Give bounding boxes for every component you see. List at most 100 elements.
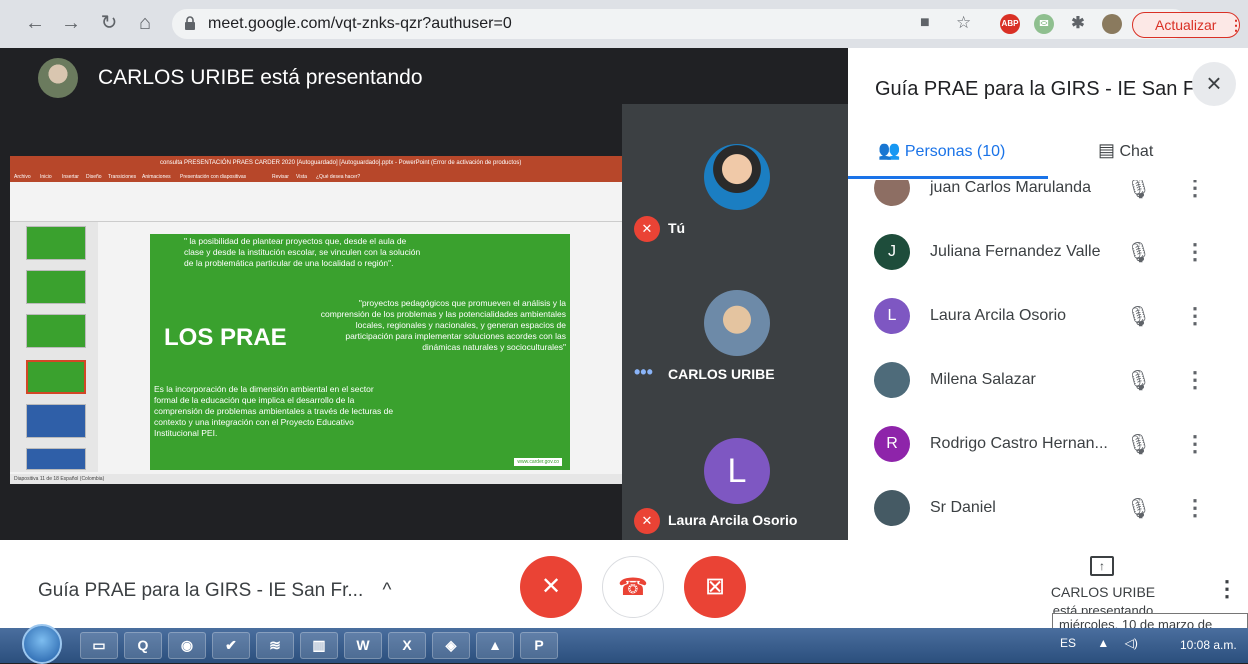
presenting-label: CARLOS URIBE: [1050, 584, 1156, 600]
extension-mail-icon[interactable]: ✉: [1034, 14, 1054, 34]
presenter-avatar: [38, 58, 78, 98]
powerpoint-icon[interactable]: P: [520, 632, 558, 659]
more-options-icon[interactable]: ⋮: [1184, 302, 1206, 330]
present-screen-icon[interactable]: ↑: [1090, 556, 1114, 576]
search-icon[interactable]: Q: [124, 632, 162, 659]
home-icon[interactable]: ⌂: [134, 12, 156, 34]
excel-icon[interactable]: X: [388, 632, 426, 659]
close-icon[interactable]: ×: [1192, 62, 1236, 106]
ppt-ribbon: [10, 182, 622, 222]
carlos-tile-label: CARLOS URIBE: [668, 366, 775, 382]
presenter-title: CARLOS URIBE está presentando: [98, 66, 423, 89]
ppt-title-text: consulta PRESENTACIÓN PRAES CARDER 2020 …: [160, 160, 522, 166]
meeting-name[interactable]: Guía PRAE para la GIRS - IE San Fr... ^: [38, 580, 391, 602]
slide-thumbnail: [26, 314, 86, 348]
mic-off-icon: 🎙: [1126, 434, 1152, 456]
folder-icon[interactable]: ▥: [300, 632, 338, 659]
chat-tab-label: Chat: [1119, 143, 1154, 160]
list-item[interactable]: Milena Salazar 🎙 ⋮: [848, 350, 1248, 410]
avatar: J: [874, 234, 910, 270]
show-hidden-icon[interactable]: ▲: [1097, 636, 1109, 650]
list-item[interactable]: juan Carlos Marulanda 🎙 ⋮: [848, 180, 1248, 218]
ppt-titlebar: consulta PRESENTACIÓN PRAES CARDER 2020 …: [10, 156, 622, 172]
you-avatar: [704, 144, 770, 210]
start-button[interactable]: [22, 624, 62, 664]
camera-icon[interactable]: ■: [920, 14, 930, 32]
reload-icon[interactable]: ↻: [98, 12, 120, 34]
windows-taskbar: ▭ Q ◉ ✔ ≋ ▥ W X ◈ ▲ P ES ▲ ◁) 10:08 a.m.: [0, 624, 1248, 664]
hangup-icon: ☎: [618, 574, 648, 601]
slide-thumbnail: [26, 270, 86, 304]
camera-toggle-button[interactable]: ⊠: [684, 556, 746, 618]
ppt-tab: Vista: [296, 174, 308, 180]
back-icon[interactable]: ←: [24, 12, 46, 34]
slide-thumbnails: [10, 222, 98, 472]
participant-name: Rodrigo Castro Hernan...: [930, 435, 1108, 452]
laura-avatar: L: [704, 438, 770, 504]
more-options-icon[interactable]: ⋮: [1184, 238, 1206, 266]
side-panel: Guía PRAE para la GIRS - IE San Fr... × …: [848, 48, 1248, 540]
chrome-icon[interactable]: ◉: [168, 632, 206, 659]
volume-icon[interactable]: ◁): [1125, 636, 1138, 650]
update-label: Actualizar: [1155, 17, 1217, 33]
slide-thumbnail: [26, 226, 86, 260]
more-options-icon[interactable]: ⋮: [1184, 366, 1206, 394]
ppt-tab: Insertar: [62, 174, 79, 180]
current-slide: " la posibilidad de plantear proyectos q…: [150, 234, 570, 470]
chat-icon: ▤: [1098, 140, 1116, 160]
muted-mic-icon: ✕: [634, 216, 660, 242]
ppt-tab: Inicio: [40, 174, 52, 180]
bookmark-star-icon[interactable]: ☆: [956, 13, 971, 33]
participant-name: Laura Arcila Osorio: [930, 307, 1067, 324]
app-icon[interactable]: ◈: [432, 632, 470, 659]
word-icon[interactable]: W: [344, 632, 382, 659]
ppt-ribbon-tabs: Archivo Inicio Insertar Diseño Transicio…: [10, 172, 622, 182]
mic-off-icon: 🎙: [1126, 242, 1152, 264]
people-tab-label: Personas (10): [904, 143, 1006, 160]
forward-icon[interactable]: →: [60, 12, 82, 34]
vlc-icon[interactable]: ▲: [476, 632, 514, 659]
list-item[interactable]: L Laura Arcila Osorio 🎙 ⋮: [848, 286, 1248, 346]
people-icon: 👥: [878, 140, 901, 160]
app-icon[interactable]: ✔: [212, 632, 250, 659]
panel-title: Guía PRAE para la GIRS - IE San Fr...: [875, 78, 1218, 100]
url-text: meet.google.com/vqt-znks-qzr?authuser=0: [208, 15, 512, 32]
system-tray: ES ▲ ◁): [1060, 636, 1138, 650]
mic-toggle-button[interactable]: ✕: [520, 556, 582, 618]
participant-name: Milena Salazar: [930, 371, 1036, 388]
profile-avatar[interactable]: [1102, 14, 1122, 34]
laura-tile-label: Laura Arcila Osorio: [668, 512, 798, 528]
people-list: juan Carlos Marulanda 🎙 ⋮ J Juliana Fern…: [848, 180, 1248, 540]
tab-people[interactable]: 👥 Personas (10): [878, 140, 1005, 161]
update-button[interactable]: Actualizar ⋮: [1132, 12, 1243, 38]
list-item[interactable]: Sr Daniel 🎙 ⋮: [848, 478, 1248, 538]
more-options-icon[interactable]: ⋮: [1184, 494, 1206, 522]
app-icon[interactable]: ≋: [256, 632, 294, 659]
browser-toolbar: ← → ↻ ⌂ meet.google.com/vqt-znks-qzr?aut…: [0, 0, 1248, 48]
muted-mic-icon: ✕: [634, 508, 660, 534]
chevron-up-icon: ^: [382, 580, 392, 601]
meeting-controls-bar: Guía PRAE para la GIRS - IE San Fr... ^ …: [0, 540, 1248, 647]
adblock-icon[interactable]: ABP: [1000, 14, 1020, 34]
avatar: R: [874, 426, 910, 462]
clock[interactable]: 10:08 a.m.: [1180, 638, 1237, 652]
more-options-icon[interactable]: ⋮: [1184, 430, 1206, 458]
leave-call-button[interactable]: ☎: [602, 556, 664, 618]
participant-name: juan Carlos Marulanda: [930, 180, 1091, 196]
presentation-stage: CARLOS URIBE está presentando consulta P…: [0, 48, 848, 540]
speaking-dots-icon: •••: [634, 362, 653, 382]
language-indicator[interactable]: ES: [1060, 636, 1076, 650]
carlos-avatar: [704, 290, 770, 356]
participant-name: Sr Daniel: [930, 499, 996, 516]
more-options-icon[interactable]: ⋮: [1184, 180, 1206, 202]
tab-chat[interactable]: ▤ Chat: [1098, 140, 1153, 161]
more-options-icon[interactable]: ⋮: [1216, 576, 1238, 602]
active-tab-indicator: [848, 176, 1048, 179]
list-item[interactable]: J Juliana Fernandez Valle 🎙 ⋮: [848, 222, 1248, 282]
ppt-statusbar: Diapositiva 11 de 18 Español (Colombia): [10, 474, 622, 484]
ppt-tab: Presentación con diapositivas: [180, 174, 247, 180]
list-item[interactable]: R Rodrigo Castro Hernan... 🎙 ⋮: [848, 414, 1248, 474]
extensions-puzzle-icon[interactable]: ✱: [1068, 14, 1088, 34]
explorer-icon[interactable]: ▭: [80, 632, 118, 659]
mic-off-icon: 🎙: [1126, 370, 1152, 392]
